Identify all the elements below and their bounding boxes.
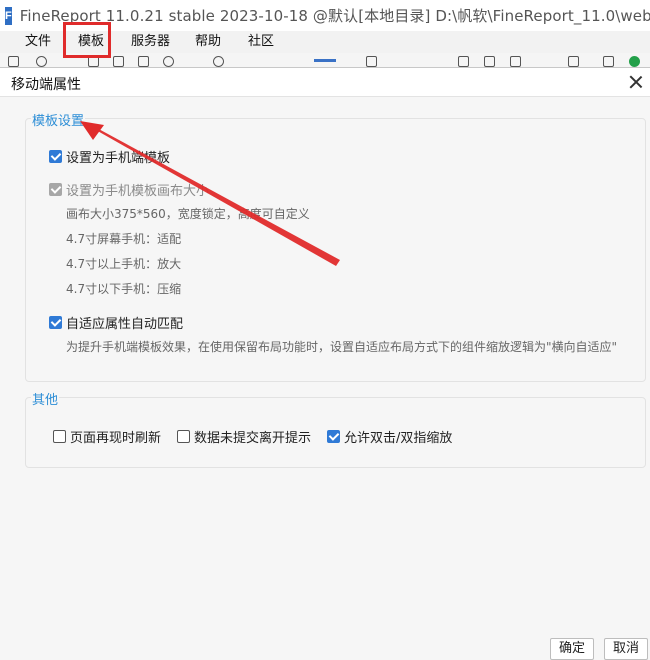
annotation-arrow-shaft [80,121,340,266]
annotation-arrow [80,121,340,266]
